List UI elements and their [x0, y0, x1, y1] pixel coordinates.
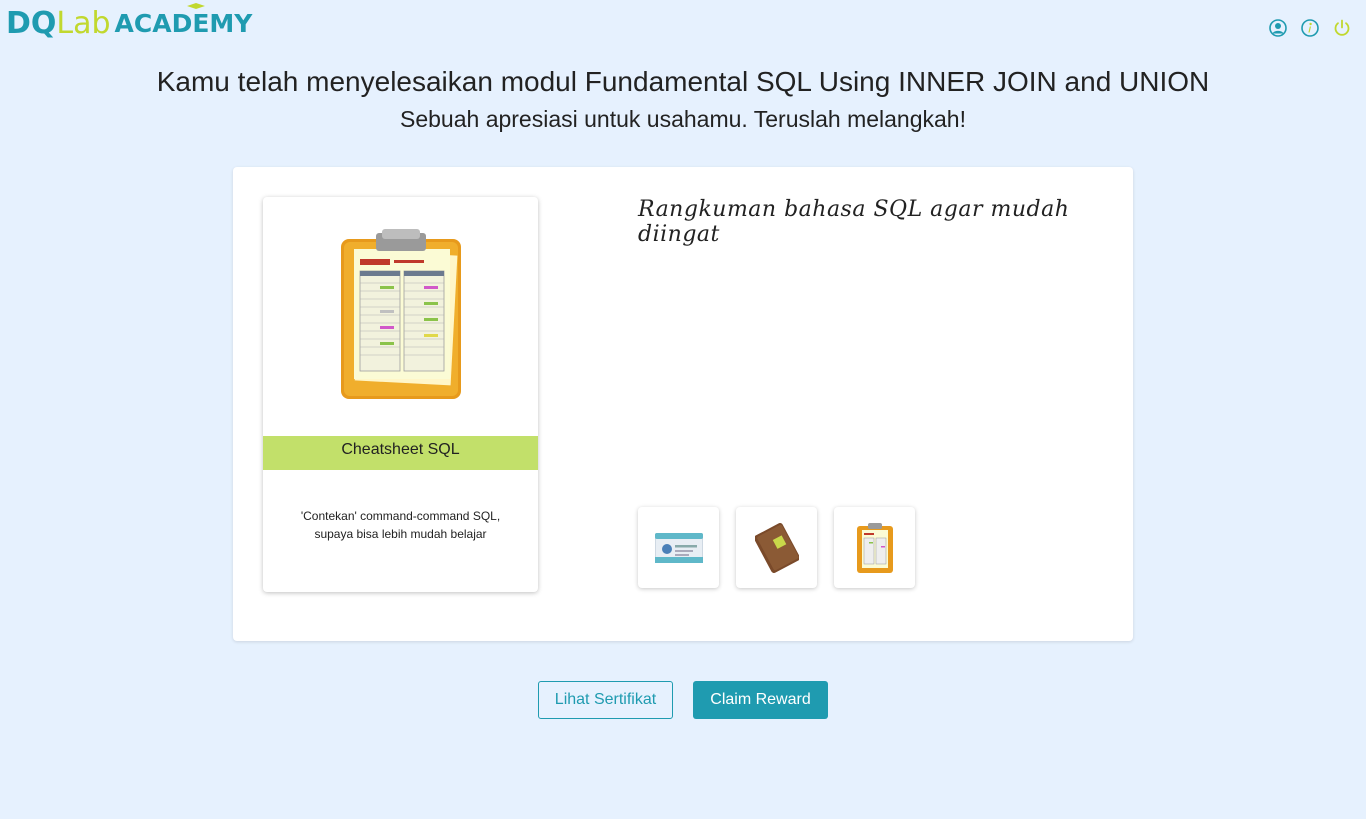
- id-card-icon: [654, 532, 703, 563]
- thumbnail-clipboard[interactable]: [834, 507, 915, 588]
- reward-thumbnails: [638, 507, 915, 588]
- logo[interactable]: DQ Lab ACADEMY: [6, 3, 253, 41]
- power-icon[interactable]: [1332, 18, 1352, 38]
- thumbnail-id-card[interactable]: [638, 507, 719, 588]
- page-subtitle: Sebuah apresiasi untuk usahamu. Teruslah…: [400, 106, 966, 132]
- view-certificate-button[interactable]: Lihat Sertifikat: [538, 681, 673, 719]
- reward-card-image: [263, 197, 538, 436]
- reward-card-description-line2: supaya bisa lebih mudah belajar: [314, 527, 487, 541]
- reward-headline: Rangkuman bahasa SQL agar mudah diingat: [638, 197, 1070, 247]
- page-title: Kamu telah menyelesaikan modul Fundament…: [156, 66, 1210, 97]
- claim-reward-button[interactable]: Claim Reward: [693, 681, 828, 719]
- reward-card: Cheatsheet SQL 'Contekan' command-comman…: [263, 197, 538, 592]
- reward-panel: Cheatsheet SQL 'Contekan' command-comman…: [233, 167, 1133, 641]
- header-icons: [1268, 18, 1352, 38]
- reward-card-label: Cheatsheet SQL: [263, 436, 538, 470]
- logo-part-academy: ACADEMY: [114, 3, 253, 40]
- clipboard-icon: [856, 522, 893, 573]
- clipboard-icon: [340, 229, 461, 399]
- notebook-icon: [754, 522, 799, 573]
- reward-card-description: 'Contekan' command-command SQL, supaya b…: [283, 507, 518, 543]
- logo-part-dq: DQ: [6, 6, 57, 41]
- thumbnail-notebook[interactable]: [736, 507, 817, 588]
- logo-part-lab: Lab: [56, 6, 111, 41]
- logo-academy-text: ACADEMY: [114, 9, 253, 38]
- info-icon[interactable]: [1300, 18, 1320, 38]
- profile-icon[interactable]: [1268, 18, 1288, 38]
- graduation-cap-icon: [186, 3, 205, 9]
- reward-card-description-line1: 'Contekan' command-command SQL,: [300, 509, 501, 523]
